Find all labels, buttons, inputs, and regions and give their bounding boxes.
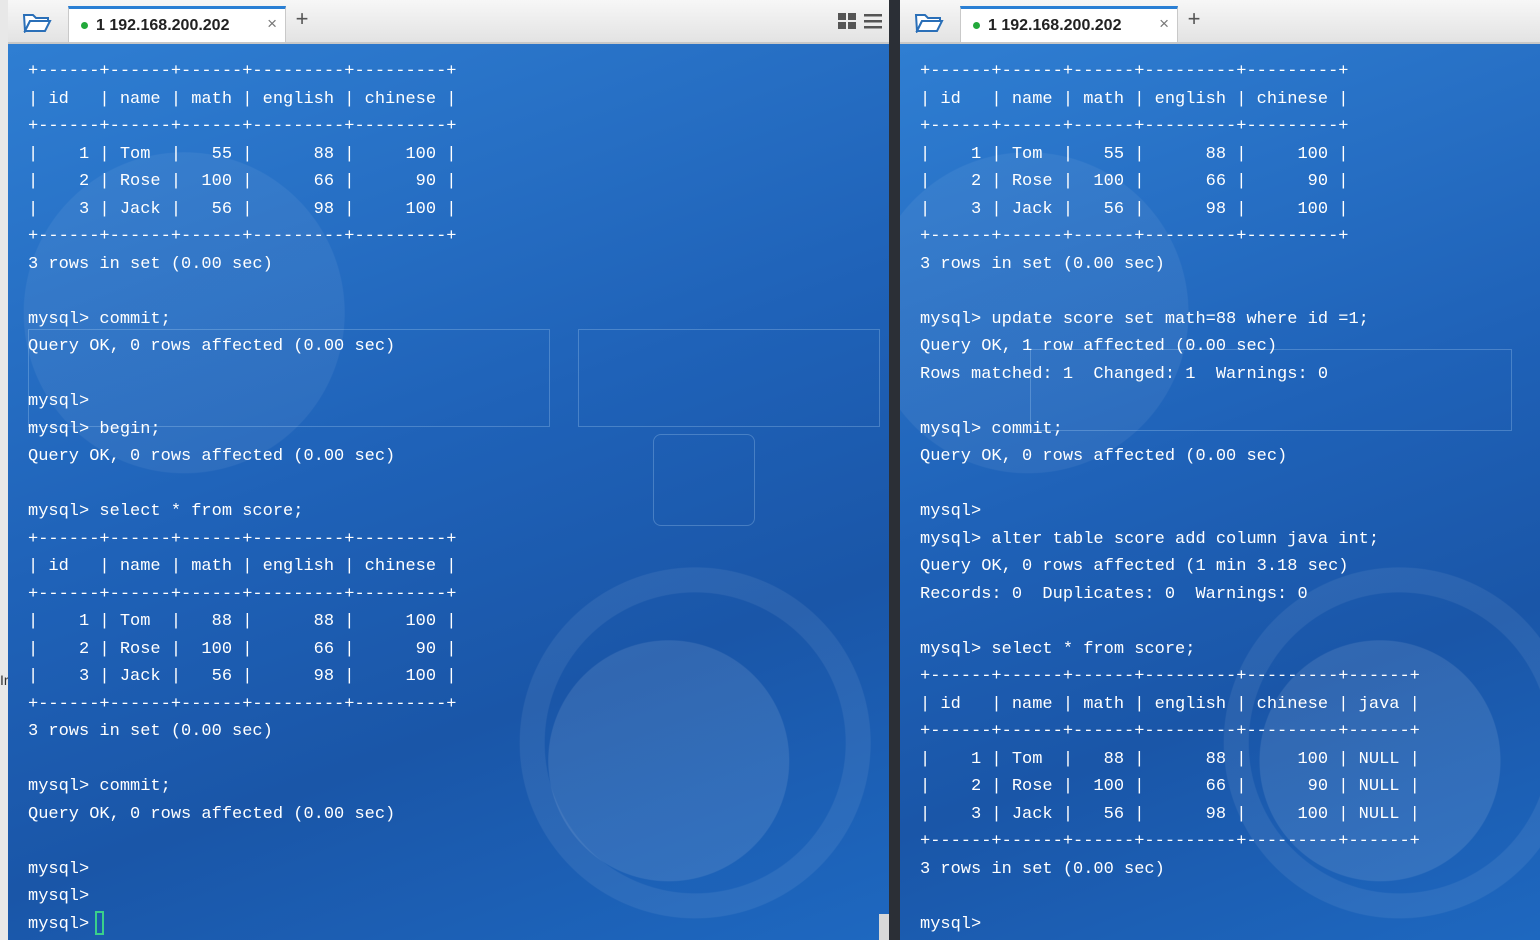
terminal-line: Records: 0 Duplicates: 0 Warnings: 0 (920, 584, 1308, 604)
terminal-line: +------+------+------+---------+--------… (28, 62, 457, 81)
terminal-line: 3 rows in set (0.00 sec) (28, 254, 273, 274)
terminal-line: mysql> select * from score; (920, 639, 1196, 659)
terminal-line: +------+------+------+---------+--------… (920, 227, 1349, 246)
grid-layout-icon[interactable] (837, 12, 857, 30)
terminal-line: | id | name | math | english | chinese |… (920, 694, 1420, 714)
terminal-line: +------+------+------+---------+--------… (920, 667, 1420, 686)
background-decoration (578, 329, 880, 427)
menu-icon[interactable] (863, 12, 883, 30)
close-icon[interactable]: × (267, 14, 277, 34)
terminal-line: +------+------+------+---------+--------… (28, 529, 457, 549)
background-decoration (653, 434, 755, 526)
terminal-line: mysql> begin; (28, 419, 161, 439)
terminal-line: | 1 | Tom | 88 | 88 | 100 | NULL | (920, 749, 1420, 769)
terminal-line: | 2 | Rose | 100 | 66 | 90 | (920, 172, 1349, 191)
tab-title: 192.168.200.202 (1001, 16, 1122, 34)
tab-bar: 1 192.168.200.202 × + (900, 0, 1540, 44)
connected-status-dot (973, 22, 980, 29)
tab-index: 1 (96, 16, 105, 34)
terminal-line: Query OK, 1 row affected (0.00 sec) (920, 337, 1278, 356)
terminal-line: | 2 | Rose | 100 | 66 | 90 | NULL | (920, 777, 1420, 796)
terminal-line: +------+------+------+---------+--------… (28, 227, 457, 246)
folder-open-icon[interactable] (18, 9, 56, 35)
terminal-line: mysql> (920, 502, 982, 521)
terminal-line: | id | name | math | english | chinese | (28, 557, 457, 576)
terminal-line: mysql> (28, 859, 90, 879)
terminal-line: +------+------+------+---------+--------… (920, 117, 1349, 136)
terminal-lines: +------+------+------+---------+--------… (920, 58, 1420, 938)
tab-title: 192.168.200.202 (109, 16, 230, 34)
terminal-line: 3 rows in set (0.00 sec) (28, 722, 273, 741)
window-edge: Ir (0, 0, 9, 940)
terminal-line: | 1 | Tom | 55 | 88 | 100 | (28, 144, 457, 164)
text-cursor[interactable] (95, 911, 105, 936)
terminal-line: Query OK, 0 rows affected (0.00 sec) (28, 447, 396, 466)
terminal-line: | 2 | Rose | 100 | 66 | 90 | (28, 172, 457, 191)
tab-session[interactable]: 1 192.168.200.202 × (68, 6, 286, 42)
terminal-pane-right: 1 192.168.200.202 × + +------+------+---… (900, 0, 1540, 940)
terminal-line: mysql> (920, 914, 982, 934)
tab-index: 1 (988, 16, 997, 34)
layout-controls (837, 12, 883, 30)
folder-open-icon[interactable] (910, 9, 948, 35)
terminal-line: | id | name | math | english | chinese | (920, 89, 1349, 109)
plus-icon[interactable]: + (1182, 6, 1206, 32)
close-icon[interactable]: × (1159, 14, 1169, 34)
terminal-lines: +------+------+------+---------+--------… (28, 58, 456, 938)
terminal-line: Rows matched: 1 Changed: 1 Warnings: 0 (920, 364, 1329, 384)
terminal-line: 3 rows in set (0.00 sec) (920, 859, 1165, 879)
terminal-line: 3 rows in set (0.00 sec) (920, 254, 1165, 274)
terminal-line: Query OK, 0 rows affected (0.00 sec) (28, 804, 396, 824)
terminal-line: | id | name | math | english | chinese | (28, 89, 457, 109)
terminal-line: mysql> commit; (28, 309, 171, 329)
terminal-line: mysql> (28, 392, 90, 411)
terminal-line: | 3 | Jack | 56 | 98 | 100 | (28, 199, 457, 219)
terminal-line: +------+------+------+---------+--------… (28, 694, 457, 714)
terminal-line: | 3 | Jack | 56 | 98 | 100 | (28, 667, 457, 686)
terminal-line: mysql> select * from score; (28, 502, 304, 521)
terminal-line: +------+------+------+---------+--------… (28, 584, 457, 604)
terminal-line: | 2 | Rose | 100 | 66 | 90 | (28, 639, 457, 659)
terminal-line: | 3 | Jack | 56 | 98 | 100 | (920, 199, 1349, 219)
terminal-line: mysql> alter table score add column java… (920, 529, 1380, 549)
tab-bar: 1 192.168.200.202 × + (8, 0, 889, 44)
terminal-output-right[interactable]: +------+------+------+---------+--------… (900, 44, 1540, 940)
terminal-pane-left: 1 192.168.200.202 × + +------+------+---… (8, 0, 889, 940)
terminal-line: | 1 | Tom | 55 | 88 | 100 | (920, 144, 1349, 164)
terminal-line: mysql> (28, 887, 90, 906)
tab-session[interactable]: 1 192.168.200.202 × (960, 6, 1178, 42)
terminal-line: Query OK, 0 rows affected (0.00 sec) (920, 447, 1288, 466)
terminal-line: +------+------+------+---------+--------… (920, 722, 1420, 741)
terminal-line: | 3 | Jack | 56 | 98 | 100 | NULL | (920, 804, 1420, 824)
terminal-line: mysql> update score set math=88 where id… (920, 309, 1369, 329)
scrollbar-thumb[interactable] (879, 914, 889, 940)
terminal-line: +------+------+------+---------+--------… (28, 117, 457, 136)
pane-divider[interactable] (889, 0, 900, 940)
connected-status-dot (81, 22, 88, 29)
plus-icon[interactable]: + (290, 6, 314, 32)
terminal-line: | 1 | Tom | 88 | 88 | 100 | (28, 612, 457, 631)
terminal-line: mysql> commit; (920, 419, 1063, 439)
terminal-line: Query OK, 0 rows affected (0.00 sec) (28, 337, 396, 356)
terminal-output-left[interactable]: +------+------+------+---------+--------… (8, 44, 889, 940)
terminal-line: +------+------+------+---------+--------… (920, 832, 1420, 851)
terminal-line: +------+------+------+---------+--------… (920, 62, 1349, 81)
active-prompt: mysql> (28, 914, 90, 934)
terminal-line: Query OK, 0 rows affected (1 min 3.18 se… (920, 557, 1349, 576)
terminal-line: mysql> commit; (28, 777, 171, 796)
